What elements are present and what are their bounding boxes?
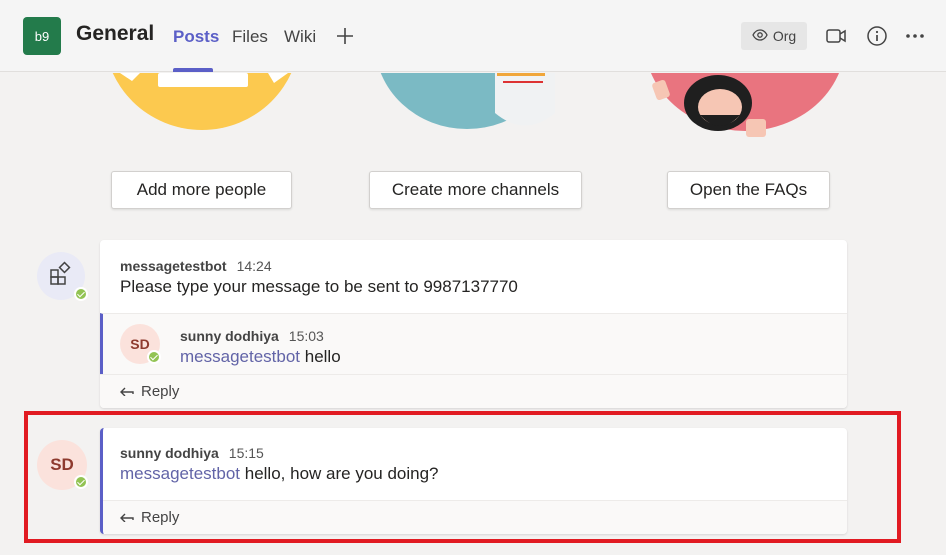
video-meet-icon[interactable] bbox=[825, 25, 847, 47]
add-tab-plus-icon[interactable] bbox=[335, 26, 355, 46]
channel-header: b9 General Posts Files Wiki Org bbox=[0, 0, 946, 72]
add-more-people-button[interactable]: Add more people bbox=[111, 171, 292, 209]
app-grid-icon bbox=[48, 260, 74, 292]
org-label: Org bbox=[772, 28, 797, 44]
reply-button[interactable]: Reply bbox=[100, 374, 847, 408]
presence-available-icon bbox=[147, 350, 161, 364]
channels-illustration bbox=[375, 73, 570, 133]
highlight-box bbox=[24, 411, 901, 543]
mention-link[interactable]: messagetestbot bbox=[180, 347, 300, 366]
message-sender[interactable]: messagetestbot bbox=[120, 258, 227, 274]
team-avatar[interactable]: b9 bbox=[23, 17, 61, 55]
add-people-illustration bbox=[100, 73, 305, 133]
thread-reply: SD sunny dodhiya 15:03 messagetestbot hel… bbox=[100, 313, 847, 374]
org-button[interactable]: Org bbox=[741, 22, 807, 50]
bot-message-thread: messagetestbot 14:24 Please type your mes… bbox=[100, 240, 847, 408]
eye-icon bbox=[752, 28, 768, 44]
reply-arrow-icon bbox=[118, 383, 134, 400]
tab-files[interactable]: Files bbox=[232, 27, 268, 47]
reply-text: messagetestbot hello bbox=[180, 347, 341, 366]
tab-posts[interactable]: Posts bbox=[173, 27, 219, 47]
reply-time: 15:03 bbox=[288, 328, 324, 344]
create-more-channels-button[interactable]: Create more channels bbox=[369, 171, 582, 209]
faq-illustration bbox=[640, 73, 855, 143]
tab-wiki[interactable]: Wiki bbox=[284, 27, 316, 47]
reply-meta: sunny dodhiya 15:03 bbox=[180, 328, 324, 346]
more-options-icon[interactable] bbox=[904, 25, 926, 47]
open-faqs-button[interactable]: Open the FAQs bbox=[667, 171, 830, 209]
channel-title: General bbox=[76, 22, 155, 45]
presence-available-icon bbox=[74, 287, 88, 301]
reply-label: Reply bbox=[141, 383, 180, 400]
reply-sender[interactable]: sunny dodhiya bbox=[180, 328, 279, 344]
message-text: Please type your message to be sent to 9… bbox=[120, 277, 518, 296]
info-icon[interactable] bbox=[866, 25, 888, 47]
message-meta: messagetestbot 14:24 bbox=[120, 258, 272, 276]
active-tab-indicator bbox=[173, 68, 213, 72]
message-time: 14:24 bbox=[236, 258, 272, 274]
